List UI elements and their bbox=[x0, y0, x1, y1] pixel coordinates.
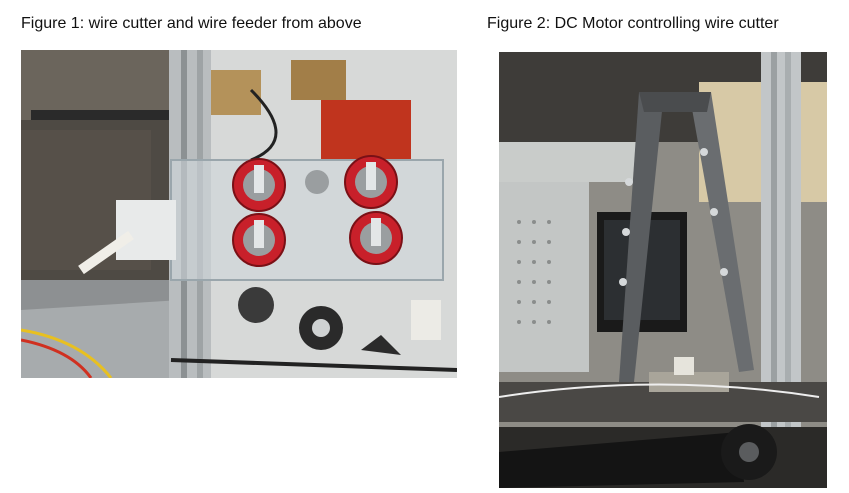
wire-cutter-feeder-image bbox=[21, 50, 457, 378]
figure-2-caption: Figure 2: DC Motor controlling wire cutt… bbox=[487, 15, 779, 32]
figure-2-photo bbox=[499, 52, 827, 488]
figure-1-photo bbox=[21, 50, 457, 378]
figure-1-caption: Figure 1: wire cutter and wire feeder fr… bbox=[21, 15, 362, 32]
dc-motor-wire-cutter-image bbox=[499, 52, 827, 488]
